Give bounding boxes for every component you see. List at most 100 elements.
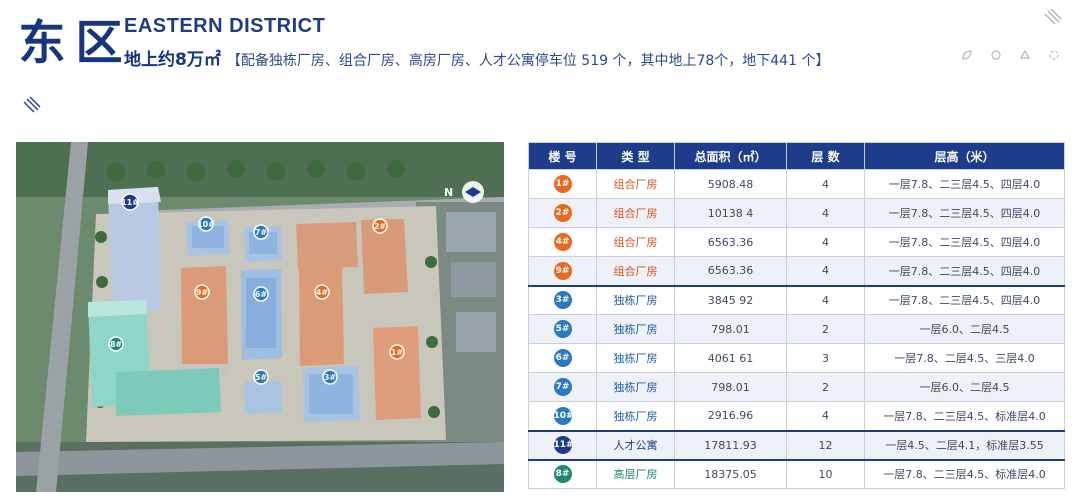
building-number-badge: 3# — [553, 291, 572, 310]
table-row: 3# 独栋厂房 3845 92 4 一层7.8、二三层4.5、四层4.0 — [528, 284, 1065, 315]
table-row: 5# 独栋厂房 798.01 2 一层6.0、二层4.5 — [528, 314, 1065, 344]
building-type: 组合厂房 — [596, 227, 675, 257]
pin-label: 6# — [255, 290, 268, 299]
column-header: 层 数 — [786, 142, 865, 170]
building-number-badge: 4# — [553, 233, 572, 251]
building-pin: 11# — [121, 193, 139, 211]
parking-detail: 【配备独栋厂房、组合厂房、高房厂房、人才公寓停车位 519 个，其中地上78个，… — [226, 53, 830, 69]
building-number-badge: 9# — [553, 261, 572, 280]
building-number-badge: 1# — [553, 175, 572, 193]
decorative-icons — [960, 47, 1061, 61]
floor-height: 一层7.8、二三层4.5、标准层4.0 — [864, 458, 1065, 489]
total-area: 10138 4 — [674, 198, 787, 228]
column-header: 类 型 — [596, 142, 675, 170]
total-area: 5908.48 — [674, 169, 787, 199]
table-row: 1# 组合厂房 5908.48 4 一层7.8、二三层4.5、四层4.0 — [528, 169, 1065, 199]
leaf-icon — [960, 47, 974, 61]
total-area: 798.01 — [674, 372, 787, 402]
floor-height: 一层6.0、二层4.5 — [864, 314, 1065, 344]
pin-label: 5# — [255, 373, 268, 382]
building-number-badge: 2# — [553, 204, 572, 222]
floor-height: 一层7.8、二三层4.5、四层4.0 — [864, 169, 1065, 199]
building-type: 独栋厂房 — [596, 401, 675, 431]
pin-label: 3# — [324, 373, 337, 382]
total-area: 18375.05 — [674, 458, 787, 489]
pin-label: 2# — [374, 222, 387, 231]
district-title: 东 区 — [14, 18, 125, 70]
floor-count: 2 — [786, 314, 865, 344]
building-type: 组合厂房 — [596, 198, 675, 228]
column-header: 楼 号 — [528, 142, 597, 170]
floor-height: 一层7.8、二层4.5、三层4.0 — [864, 343, 1065, 373]
building-pin: 7# — [253, 224, 269, 240]
building-table: 楼 号 类 型 总面积（㎡） 层 数 层高（米） 1# 组合厂房 5908.48… — [528, 142, 1065, 489]
table-row: 9# 组合厂房 6563.36 4 一层7.8、二三层4.5、四层4.0 — [528, 256, 1065, 286]
table-row: 4# 组合厂房 6563.36 4 一层7.8、二三层4.5、四层4.0 — [528, 227, 1065, 257]
aerial-site-map: N 11# 10# 7# 2# 9# 6# 4# 8# 1# 5# 3# — [16, 142, 504, 492]
table-row: 2# 组合厂房 10138 4 4 一层7.8、二三层4.5、四层4.0 — [528, 198, 1065, 228]
floor-height: 一层7.8、二三层4.5、四层4.0 — [864, 227, 1065, 257]
building-pin: 1# — [389, 344, 405, 360]
floor-count: 4 — [786, 256, 865, 286]
building-pin: 10# — [197, 216, 215, 232]
area-summary: 地上约8万㎡ — [124, 50, 221, 70]
total-area: 2916.96 — [674, 401, 787, 431]
english-title: EASTERN DISTRICT — [124, 15, 326, 37]
building-pin: 4# — [314, 284, 330, 300]
floor-count: 4 — [786, 227, 865, 257]
pin-label: 4# — [316, 288, 329, 297]
table-header-row: 楼 号 类 型 总面积（㎡） 层 数 层高（米） — [528, 142, 1065, 170]
total-area: 798.01 — [674, 314, 787, 344]
building-type: 组合厂房 — [596, 169, 675, 199]
table-row: 10# 独栋厂房 2916.96 4 一层7.8、二三层4.5、标准层4.0 — [528, 401, 1065, 431]
pin-label: 10# — [197, 220, 215, 229]
total-area: 3845 92 — [674, 284, 787, 315]
pin-label: 9# — [196, 288, 209, 297]
building-pin: 9# — [194, 284, 210, 300]
building-type: 独栋厂房 — [596, 343, 675, 373]
leaf-icon — [1018, 47, 1032, 61]
building-pin: 2# — [372, 218, 388, 234]
building-type: 独栋厂房 — [596, 372, 675, 402]
table-row: 6# 独栋厂房 4061 61 3 一层7.8、二层4.5、三层4.0 — [528, 343, 1065, 373]
floor-height: 一层6.0、二层4.5 — [864, 372, 1065, 402]
building-type: 独栋厂房 — [596, 314, 675, 344]
floor-count: 4 — [786, 169, 865, 199]
building-number-badge: 8# — [553, 465, 572, 484]
total-area: 4061 61 — [674, 343, 787, 373]
building-number-badge: 6# — [553, 349, 572, 367]
pin-label: 8# — [110, 340, 123, 349]
pin-label: 11# — [121, 198, 139, 207]
floor-count: 4 — [786, 401, 865, 431]
floor-height: 一层7.8、二三层4.5、标准层4.0 — [864, 401, 1065, 431]
building-pin: 3# — [322, 369, 338, 385]
total-area: 6563.36 — [674, 256, 787, 286]
building-pin: 8# — [108, 336, 124, 352]
title-char: 东 — [18, 16, 66, 71]
compass-label: N — [444, 186, 453, 199]
floor-height: 一层4.5、二层4.1，标准层3.55 — [864, 429, 1065, 460]
total-area: 6563.36 — [674, 227, 787, 257]
decorative-lines-icon — [1043, 8, 1063, 28]
building-type: 组合厂房 — [596, 256, 675, 286]
column-header: 层高（米） — [864, 142, 1065, 170]
floor-count: 4 — [786, 284, 865, 315]
building-pin: 5# — [253, 369, 269, 385]
pin-label: 7# — [255, 228, 268, 237]
floor-height: 一层7.8、二三层4.5、四层4.0 — [864, 284, 1065, 315]
title-char: 区 — [75, 16, 123, 71]
building-number-badge: 11# — [553, 436, 574, 454]
leaf-icon — [1047, 47, 1061, 61]
table-row: 11# 人才公寓 17811.93 12 一层4.5、二层4.1，标准层3.55 — [528, 429, 1065, 460]
table-row: 7# 独栋厂房 798.01 2 一层6.0、二层4.5 — [528, 372, 1065, 402]
table-row: 8# 高层厂房 18375.05 10 一层7.8、二三层4.5、标准层4.0 — [528, 458, 1065, 489]
building-pin: 6# — [253, 286, 269, 302]
pin-label: 1# — [391, 348, 404, 357]
floor-count: 12 — [786, 429, 865, 460]
building-number-badge: 5# — [553, 320, 572, 338]
floor-height: 一层7.8、二三层4.5、四层4.0 — [864, 198, 1065, 228]
floor-height: 一层7.8、二三层4.5、四层4.0 — [864, 256, 1065, 286]
total-area: 17811.93 — [674, 429, 787, 460]
building-type: 独栋厂房 — [596, 284, 675, 315]
subtitle: 地上约8万㎡ 【配备独栋厂房、组合厂房、高房厂房、人才公寓停车位 519 个，其中… — [124, 45, 829, 70]
